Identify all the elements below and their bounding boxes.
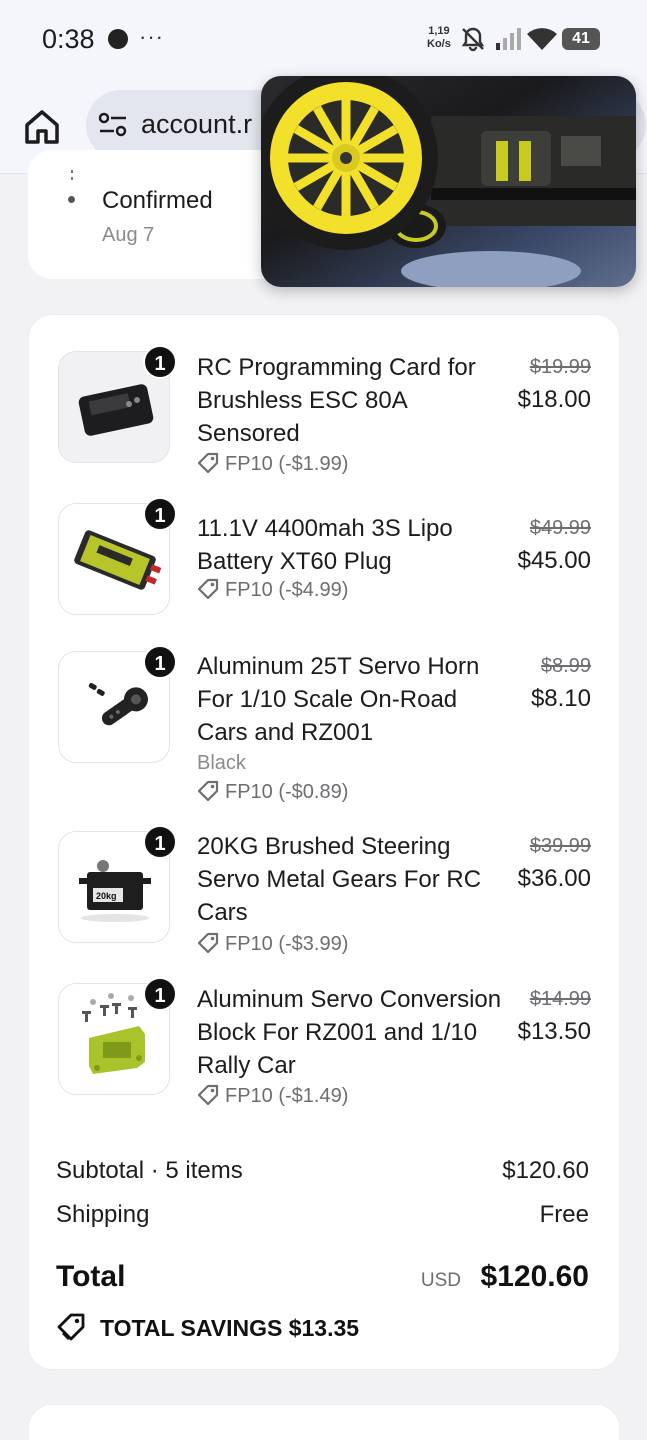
coupon-line: FP10 (-$0.89)	[197, 780, 348, 804]
tag-icon	[197, 932, 219, 954]
item-price: $45.00	[517, 547, 591, 574]
total-label: Total	[56, 1260, 126, 1293]
next-section-card	[28, 1404, 620, 1440]
signal-icon	[495, 28, 521, 55]
original-price: $8.99	[540, 655, 591, 677]
original-price: $19.99	[529, 356, 591, 378]
wifi-icon	[527, 28, 557, 55]
tag-icon	[197, 578, 219, 600]
url-text: account.r	[141, 109, 253, 139]
order-status-date: Aug 7	[102, 224, 155, 246]
site-settings-icon[interactable]	[98, 112, 128, 143]
coupon-line: FP10 (-$3.99)	[197, 932, 348, 956]
subtotal-label: Subtotal · 5 items	[56, 1157, 243, 1184]
coupon-line: FP10 (-$4.99)	[197, 578, 348, 602]
network-speed: 1,19 Ko/s	[427, 25, 451, 51]
item-title: Aluminum 25T Servo Horn For 1/10 Scale O…	[197, 653, 480, 746]
total-savings: TOTAL SAVINGS $13.35	[56, 1312, 359, 1342]
coupon-text: FP10 (-$1.49)	[225, 1085, 349, 1107]
quantity-badge: 1	[143, 497, 177, 531]
order-status-label: Confirmed	[102, 187, 213, 214]
svg-text:20kg: 20kg	[96, 891, 117, 901]
quantity-badge: 1	[143, 977, 177, 1011]
timeline-connector	[70, 170, 74, 184]
total-currency: USD	[420, 1270, 461, 1291]
item-title: RC Programming Card for Brushless ESC 80…	[197, 354, 476, 447]
tag-icon	[197, 1084, 219, 1106]
total-savings-text: TOTAL SAVINGS $13.35	[100, 1315, 360, 1341]
order-summary-card: 1 RC Programming Card for Brushless ESC …	[28, 314, 620, 1370]
picture-in-picture-video[interactable]	[261, 76, 636, 287]
coupon-line: FP10 (-$1.49)	[197, 1084, 348, 1108]
battery-indicator: 41	[562, 28, 600, 50]
timeline-bullet	[68, 196, 75, 203]
tag-icon	[197, 780, 219, 802]
coupon-line: FP10 (-$1.99)	[197, 452, 348, 476]
original-price: $14.99	[529, 988, 591, 1010]
bell-off-icon	[460, 26, 486, 57]
item-title: 20KG Brushed Steering Servo Metal Gears …	[197, 833, 482, 926]
item-price: $18.00	[517, 386, 591, 413]
home-icon[interactable]	[22, 108, 62, 146]
item-price: $8.10	[530, 685, 591, 712]
notification-dot-icon	[108, 29, 128, 49]
item-variant: Black	[197, 752, 246, 774]
status-time: 0:38	[42, 24, 95, 54]
network-speed-value: 1,19	[428, 25, 450, 37]
coupon-text: FP10 (-$0.89)	[225, 781, 349, 803]
shipping-label: Shipping	[56, 1201, 150, 1228]
status-more: ···	[139, 24, 164, 49]
network-speed-unit: Ko/s	[427, 38, 451, 50]
quantity-badge: 1	[143, 825, 177, 859]
status-bar: 0:38 ··· 1,19 Ko/s 41	[0, 0, 647, 78]
quantity-badge: 1	[143, 645, 177, 679]
original-price: $49.99	[529, 517, 591, 539]
subtotal-value: $120.60	[502, 1157, 589, 1184]
coupon-text: FP10 (-$1.99)	[225, 453, 349, 475]
item-title: Aluminum Servo Conversion Block For RZ00…	[197, 986, 502, 1079]
tag-icon	[197, 452, 219, 474]
coupon-text: FP10 (-$4.99)	[225, 579, 349, 601]
coupon-text: FP10 (-$3.99)	[225, 933, 349, 955]
savings-tag-icon	[57, 1313, 85, 1341]
shipping-value: Free	[539, 1201, 589, 1228]
item-title: 11.1V 4400mah 3S Lipo Battery XT60 Plug	[197, 515, 453, 575]
original-price: $39.99	[529, 835, 591, 857]
item-price: $36.00	[517, 865, 591, 892]
item-price: $13.50	[517, 1018, 591, 1045]
quantity-badge: 1	[143, 345, 177, 379]
total-value: $120.60	[480, 1260, 589, 1293]
